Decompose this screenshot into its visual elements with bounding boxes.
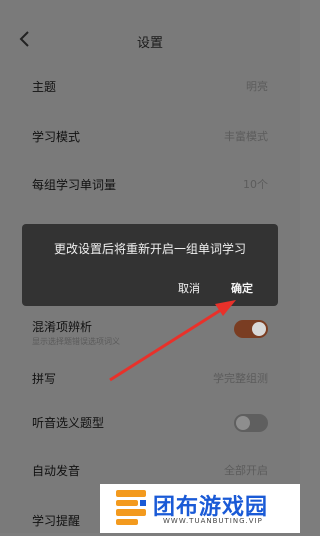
watermark-logo-icon bbox=[114, 488, 148, 528]
annotation-arrow-icon bbox=[109, 300, 236, 382]
watermark-url: WWW.TUANBUTING.VIP bbox=[163, 517, 263, 525]
watermark: 团布游戏园 WWW.TUANBUTING.VIP bbox=[100, 484, 300, 533]
